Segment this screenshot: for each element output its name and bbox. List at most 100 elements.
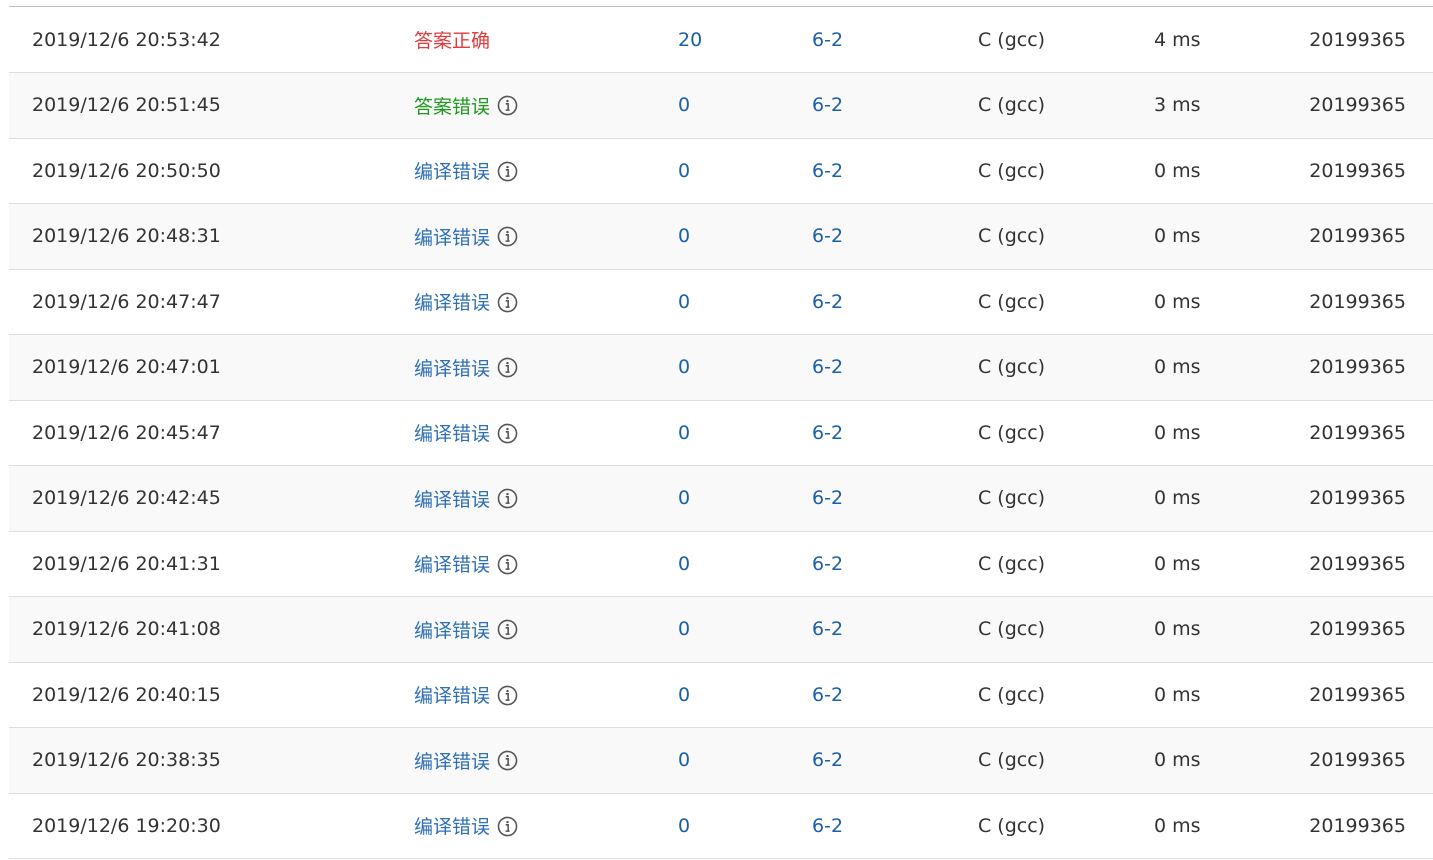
table-top-border [9, 0, 1433, 7]
submit-time: 2019/12/6 20:38:35 [32, 749, 221, 772]
score-link[interactable]: 0 [678, 94, 690, 116]
problem-cell: 6-2 [812, 73, 978, 139]
info-circle-icon[interactable] [497, 554, 518, 575]
submission-row: 2019/12/6 20:47:47 编译错误 0 6-2 C (gcc) 0 … [9, 269, 1433, 335]
problem-cell: 6-2 [812, 793, 978, 859]
run-time-cell: 3 ms [1154, 94, 1201, 117]
info-circle-icon[interactable] [497, 488, 518, 509]
status-cell: 编译错误 [414, 728, 678, 794]
problem-link[interactable]: 6-2 [812, 356, 843, 378]
problem-link[interactable]: 6-2 [812, 160, 843, 182]
submit-time: 2019/12/6 20:45:47 [32, 421, 221, 444]
score-link[interactable]: 0 [678, 225, 690, 247]
problem-cell: 6-2 [812, 138, 978, 204]
user-cell: 20199365 [1309, 356, 1406, 379]
score-link[interactable]: 0 [678, 684, 690, 706]
run-time-cell: 0 ms [1154, 225, 1201, 248]
status-label[interactable]: 答案正确 [414, 30, 490, 52]
status-cell: 编译错误 [414, 138, 678, 204]
problem-link[interactable]: 6-2 [812, 749, 843, 771]
submit-time: 2019/12/6 20:41:31 [32, 552, 221, 575]
submit-time: 2019/12/6 20:40:15 [32, 683, 221, 706]
run-time-cell: 0 ms [1154, 356, 1201, 379]
status-label[interactable]: 编译错误 [414, 816, 490, 838]
submit-time: 2019/12/6 20:47:47 [32, 290, 221, 313]
status-cell: 编译错误 [414, 335, 678, 401]
run-time-cell: 0 ms [1154, 421, 1201, 444]
info-circle-icon[interactable] [497, 161, 518, 182]
problem-link[interactable]: 6-2 [812, 684, 843, 706]
score-cell: 0 [678, 793, 812, 859]
problem-link[interactable]: 6-2 [812, 225, 843, 247]
run-time-cell: 0 ms [1154, 749, 1201, 772]
problem-link[interactable]: 6-2 [812, 291, 843, 313]
info-circle-icon[interactable] [497, 423, 518, 444]
status-label[interactable]: 编译错误 [414, 489, 490, 511]
status-label[interactable]: 答案错误 [414, 96, 490, 118]
user-cell: 20199365 [1309, 487, 1406, 510]
score-link[interactable]: 20 [678, 29, 702, 51]
user-cell: 20199365 [1309, 421, 1406, 444]
user-cell: 20199365 [1309, 683, 1406, 706]
run-time-cell: 0 ms [1154, 552, 1201, 575]
problem-link[interactable]: 6-2 [812, 487, 843, 509]
submission-row: 2019/12/6 20:53:42 答案正确 20 6-2 C (gcc) 4… [9, 7, 1433, 73]
language-cell: C (gcc) [978, 356, 1046, 379]
score-link[interactable]: 0 [678, 160, 690, 182]
score-cell: 0 [678, 531, 812, 597]
problem-cell: 6-2 [812, 597, 978, 663]
info-circle-icon[interactable] [497, 292, 518, 313]
problem-cell: 6-2 [812, 400, 978, 466]
score-link[interactable]: 0 [678, 356, 690, 378]
status-label[interactable]: 编译错误 [414, 554, 490, 576]
run-time-cell: 0 ms [1154, 290, 1201, 313]
status-cell: 编译错误 [414, 597, 678, 663]
score-link[interactable]: 0 [678, 422, 690, 444]
info-circle-icon[interactable] [497, 685, 518, 706]
score-link[interactable]: 0 [678, 815, 690, 837]
language-cell: C (gcc) [978, 487, 1046, 510]
status-label[interactable]: 编译错误 [414, 358, 490, 380]
problem-cell: 6-2 [812, 335, 978, 401]
status-label[interactable]: 编译错误 [414, 423, 490, 445]
problem-link[interactable]: 6-2 [812, 94, 843, 116]
status-label[interactable]: 编译错误 [414, 751, 490, 773]
score-link[interactable]: 0 [678, 553, 690, 575]
status-label[interactable]: 编译错误 [414, 292, 490, 314]
score-cell: 0 [678, 466, 812, 532]
status-cell: 答案错误 [414, 73, 678, 139]
score-link[interactable]: 0 [678, 487, 690, 509]
submission-row: 2019/12/6 20:50:50 编译错误 0 6-2 C (gcc) 0 … [9, 138, 1433, 204]
info-circle-icon[interactable] [497, 619, 518, 640]
problem-link[interactable]: 6-2 [812, 29, 843, 51]
score-link[interactable]: 0 [678, 618, 690, 640]
info-circle-icon[interactable] [497, 750, 518, 771]
problem-link[interactable]: 6-2 [812, 553, 843, 575]
info-circle-icon[interactable] [497, 95, 518, 116]
info-circle-icon[interactable] [497, 816, 518, 837]
status-cell: 编译错误 [414, 204, 678, 270]
submission-row: 2019/12/6 20:42:45 编译错误 0 6-2 C (gcc) 0 … [9, 465, 1433, 532]
user-cell: 20199365 [1309, 749, 1406, 772]
problem-link[interactable]: 6-2 [812, 422, 843, 444]
submission-row: 2019/12/6 20:40:15 编译错误 0 6-2 C (gcc) 0 … [9, 662, 1433, 728]
submissions-table: 2019/12/6 20:53:42 答案正确 20 6-2 C (gcc) 4… [9, 7, 1433, 859]
language-cell: C (gcc) [978, 94, 1046, 117]
score-link[interactable]: 0 [678, 749, 690, 771]
info-circle-icon[interactable] [497, 357, 518, 378]
user-cell: 20199365 [1309, 94, 1406, 117]
score-cell: 0 [678, 269, 812, 335]
status-cell: 编译错误 [414, 466, 678, 532]
language-cell: C (gcc) [978, 421, 1046, 444]
status-label[interactable]: 编译错误 [414, 685, 490, 707]
score-link[interactable]: 0 [678, 291, 690, 313]
status-label[interactable]: 编译错误 [414, 227, 490, 249]
score-cell: 0 [678, 73, 812, 139]
submissions-table-container: 2019/12/6 20:53:42 答案正确 20 6-2 C (gcc) 4… [9, 0, 1433, 860]
problem-link[interactable]: 6-2 [812, 815, 843, 837]
status-label[interactable]: 编译错误 [414, 161, 490, 183]
info-circle-icon[interactable] [497, 226, 518, 247]
language-cell: C (gcc) [978, 225, 1046, 248]
problem-link[interactable]: 6-2 [812, 618, 843, 640]
status-label[interactable]: 编译错误 [414, 620, 490, 642]
